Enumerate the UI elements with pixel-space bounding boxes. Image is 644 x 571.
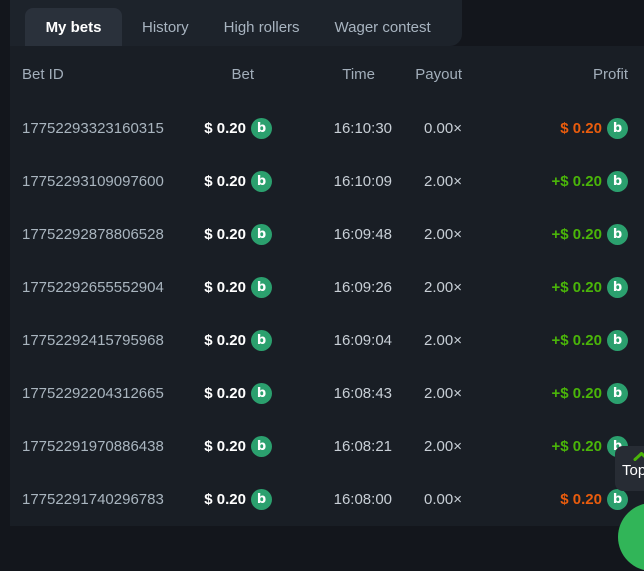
payout-cell: 2.00× <box>392 438 462 455</box>
bet-amount-cell: $ 0.20 b <box>170 118 272 139</box>
bets-table: Bet ID Bet Time Payout Profit 1775229332… <box>10 46 644 526</box>
profit-cell: +$ 0.20 b <box>462 436 628 457</box>
header-time: Time <box>272 66 392 83</box>
bet-amount: $ 0.20 <box>204 279 246 296</box>
profit-cell: $ 0.20 b <box>462 118 628 139</box>
profit-cell: +$ 0.20 b <box>462 383 628 404</box>
currency-coin-icon: b <box>607 489 628 510</box>
time-cell: 16:08:00 <box>272 491 392 508</box>
time-cell: 16:09:48 <box>272 226 392 243</box>
currency-coin-icon: b <box>251 489 272 510</box>
bets-tab-bar: My bets History High rollers Wager conte… <box>10 0 462 46</box>
bet-amount: $ 0.20 <box>204 438 246 455</box>
time-cell: 16:10:09 <box>272 173 392 190</box>
profit-amount: +$ 0.20 <box>552 173 602 190</box>
table-header-row: Bet ID Bet Time Payout Profit <box>10 46 644 102</box>
profit-amount: +$ 0.20 <box>552 438 602 455</box>
tab-high-rollers[interactable]: High rollers <box>209 8 315 46</box>
bet-id-cell: 17752291970886438 <box>22 438 170 455</box>
bet-id-cell: 17752293109097600 <box>22 173 170 190</box>
currency-coin-icon: b <box>251 277 272 298</box>
table-row[interactable]: 17752292204312665 $ 0.20 b 16:08:43 2.00… <box>10 367 644 420</box>
currency-coin-icon: b <box>607 118 628 139</box>
bet-id-cell: 17752292415795968 <box>22 332 170 349</box>
time-cell: 16:10:30 <box>272 120 392 137</box>
table-body: 17752293323160315 $ 0.20 b 16:10:30 0.00… <box>10 102 644 526</box>
payout-cell: 2.00× <box>392 226 462 243</box>
bet-amount-cell: $ 0.20 b <box>170 383 272 404</box>
table-row[interactable]: 17752293109097600 $ 0.20 b 16:10:09 2.00… <box>10 155 644 208</box>
chevron-up-icon <box>633 452 644 461</box>
scroll-to-top-label: Top <box>622 462 644 479</box>
bet-amount: $ 0.20 <box>204 491 246 508</box>
tab-my-bets[interactable]: My bets <box>25 8 122 46</box>
currency-coin-icon: b <box>251 330 272 351</box>
bet-id-cell: 17752292204312665 <box>22 385 170 402</box>
currency-coin-icon: b <box>251 383 272 404</box>
table-row[interactable]: 17752291740296783 $ 0.20 b 16:08:00 0.00… <box>10 473 644 526</box>
profit-amount: +$ 0.20 <box>552 385 602 402</box>
bet-amount-cell: $ 0.20 b <box>170 330 272 351</box>
bet-amount: $ 0.20 <box>204 173 246 190</box>
bet-id-cell: 17752291740296783 <box>22 491 170 508</box>
currency-coin-icon: b <box>607 277 628 298</box>
table-row[interactable]: 17752291970886438 $ 0.20 b 16:08:21 2.00… <box>10 420 644 473</box>
bet-amount-cell: $ 0.20 b <box>170 171 272 192</box>
header-bet-id: Bet ID <box>22 66 170 83</box>
payout-cell: 2.00× <box>392 385 462 402</box>
bet-amount: $ 0.20 <box>204 120 246 137</box>
bet-amount-cell: $ 0.20 b <box>170 436 272 457</box>
bet-id-cell: 17752292878806528 <box>22 226 170 243</box>
currency-coin-icon: b <box>607 330 628 351</box>
currency-coin-icon: b <box>607 171 628 192</box>
table-row[interactable]: 17752292655552904 $ 0.20 b 16:09:26 2.00… <box>10 261 644 314</box>
payout-cell: 2.00× <box>392 332 462 349</box>
payout-cell: 0.00× <box>392 120 462 137</box>
bet-amount: $ 0.20 <box>204 332 246 349</box>
table-row[interactable]: 17752292878806528 $ 0.20 b 16:09:48 2.00… <box>10 208 644 261</box>
bet-id-cell: 17752292655552904 <box>22 279 170 296</box>
payout-cell: 2.00× <box>392 173 462 190</box>
currency-coin-icon: b <box>607 224 628 245</box>
table-row[interactable]: 17752292415795968 $ 0.20 b 16:09:04 2.00… <box>10 314 644 367</box>
currency-coin-icon: b <box>607 383 628 404</box>
profit-amount: $ 0.20 <box>560 120 602 137</box>
header-bet: Bet <box>170 66 272 83</box>
profit-cell: +$ 0.20 b <box>462 330 628 351</box>
currency-coin-icon: b <box>251 171 272 192</box>
payout-cell: 0.00× <box>392 491 462 508</box>
bet-amount-cell: $ 0.20 b <box>170 277 272 298</box>
time-cell: 16:09:26 <box>272 279 392 296</box>
currency-coin-icon: b <box>251 224 272 245</box>
profit-cell: +$ 0.20 b <box>462 224 628 245</box>
time-cell: 16:08:21 <box>272 438 392 455</box>
header-profit: Profit <box>462 66 628 83</box>
time-cell: 16:09:04 <box>272 332 392 349</box>
bet-amount: $ 0.20 <box>204 385 246 402</box>
bet-id-cell: 17752293323160315 <box>22 120 170 137</box>
profit-amount: +$ 0.20 <box>552 226 602 243</box>
bet-amount: $ 0.20 <box>204 226 246 243</box>
currency-coin-icon: b <box>251 436 272 457</box>
tab-wager-contest[interactable]: Wager contest <box>315 8 451 46</box>
header-payout: Payout <box>392 66 462 83</box>
profit-cell: +$ 0.20 b <box>462 277 628 298</box>
scroll-to-top-button[interactable]: Top <box>615 446 644 491</box>
profit-amount: +$ 0.20 <box>552 332 602 349</box>
time-cell: 16:08:43 <box>272 385 392 402</box>
payout-cell: 2.00× <box>392 279 462 296</box>
currency-coin-icon: b <box>251 118 272 139</box>
bet-amount-cell: $ 0.20 b <box>170 489 272 510</box>
profit-amount: $ 0.20 <box>560 491 602 508</box>
bet-amount-cell: $ 0.20 b <box>170 224 272 245</box>
tab-history[interactable]: History <box>122 8 209 46</box>
profit-cell: $ 0.20 b <box>462 489 628 510</box>
profit-amount: +$ 0.20 <box>552 279 602 296</box>
profit-cell: +$ 0.20 b <box>462 171 628 192</box>
table-row[interactable]: 17752293323160315 $ 0.20 b 16:10:30 0.00… <box>10 102 644 155</box>
